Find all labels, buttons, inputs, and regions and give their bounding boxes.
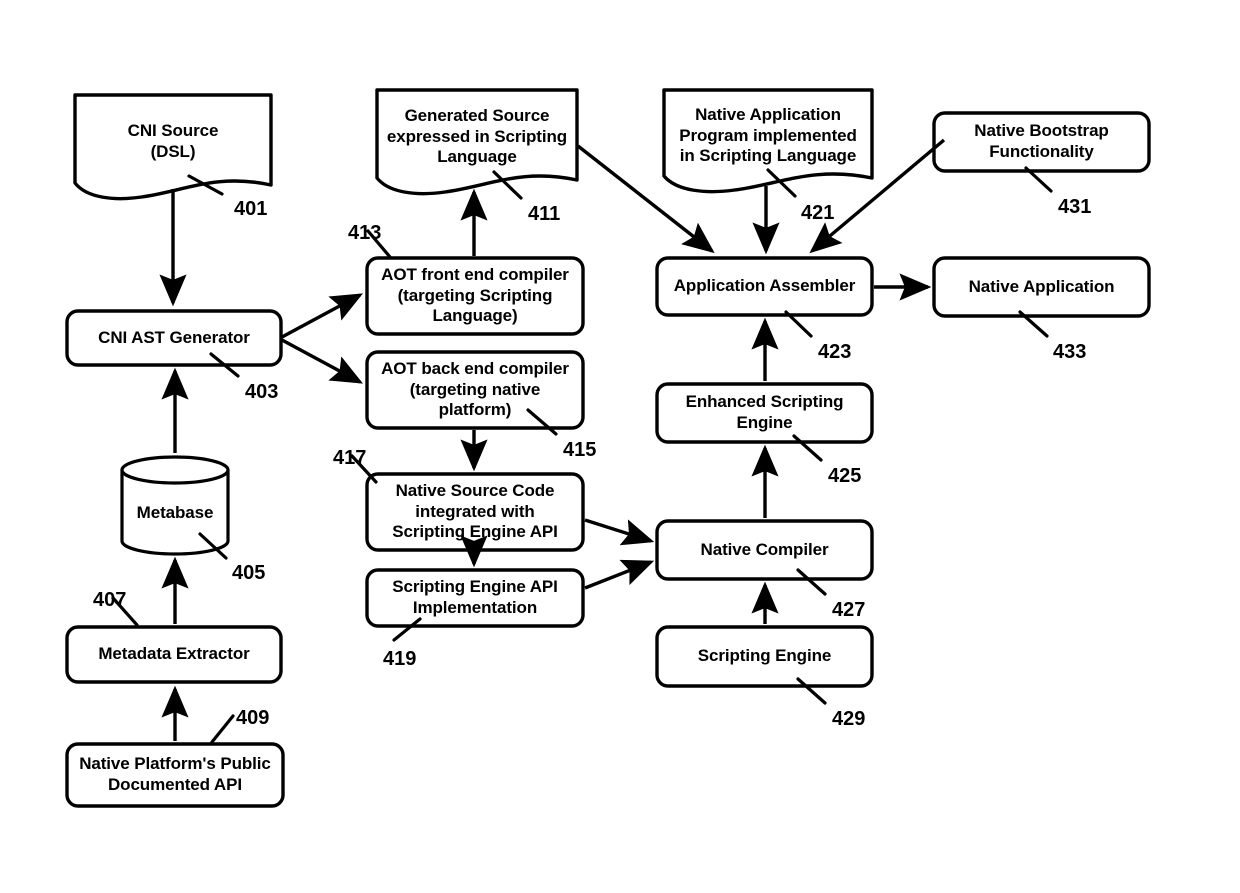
node-shape-423 xyxy=(655,256,874,317)
arrow-403-to-413 xyxy=(281,293,363,339)
reference-numeral-401: 401 xyxy=(234,198,268,220)
node-shape-419 xyxy=(365,568,585,628)
reference-numeral-425: 425 xyxy=(828,465,862,487)
reference-numeral-409: 409 xyxy=(236,707,270,729)
reference-numeral-431: 431 xyxy=(1058,196,1092,218)
arrow-417-to-427 xyxy=(584,518,655,546)
node-shape-405 xyxy=(120,455,230,556)
patent-flow-diagram: CNI Source (DSL) CNI AST Generator Metabas… xyxy=(0,0,1240,893)
node-shape-409 xyxy=(65,742,285,808)
node-shape-415 xyxy=(365,350,585,430)
reference-numeral-421: 421 xyxy=(801,202,835,224)
node-shape-427 xyxy=(655,519,874,581)
arrow-403-to-415 xyxy=(281,338,363,384)
reference-numeral-417: 417 xyxy=(333,447,367,469)
node-shape-431 xyxy=(932,111,1151,173)
reference-numeral-429: 429 xyxy=(832,708,866,730)
reference-numeral-415: 415 xyxy=(563,439,597,461)
node-shapes-layer xyxy=(65,88,1151,808)
reference-numeral-405: 405 xyxy=(232,562,266,584)
node-shape-433 xyxy=(932,256,1151,318)
leader-line-409 xyxy=(210,714,235,744)
reference-numeral-411: 411 xyxy=(528,203,561,225)
reference-numeral-413: 413 xyxy=(348,222,382,244)
node-shape-411 xyxy=(375,88,579,196)
diagram-canvas xyxy=(65,88,1151,808)
node-shape-429 xyxy=(655,625,874,688)
node-shape-403 xyxy=(65,309,283,367)
node-shape-421 xyxy=(662,88,874,194)
node-shape-425 xyxy=(655,382,874,444)
node-shape-407 xyxy=(65,625,283,684)
reference-numeral-433: 433 xyxy=(1053,341,1087,363)
reference-numeral-403: 403 xyxy=(245,381,279,403)
reference-numeral-419: 419 xyxy=(383,648,417,670)
node-shape-417 xyxy=(365,472,585,552)
node-shape-401 xyxy=(73,93,273,201)
arrow-419-to-427 xyxy=(584,559,655,590)
reference-numeral-407: 407 xyxy=(93,589,127,611)
reference-numeral-427: 427 xyxy=(832,599,866,621)
reference-numeral-423: 423 xyxy=(818,341,852,363)
node-shape-413 xyxy=(365,256,585,336)
